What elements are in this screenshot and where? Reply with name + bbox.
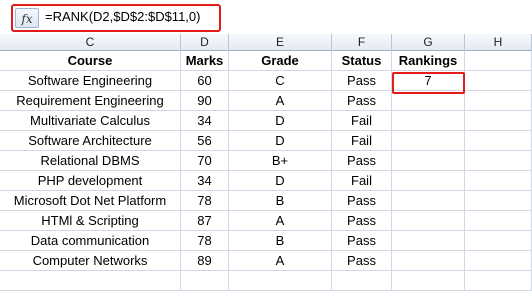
empty-cell[interactable] [465,91,532,111]
ranking-cell[interactable] [392,111,465,131]
empty-cell[interactable] [229,271,332,291]
course-cell[interactable]: HTMl & Scripting [0,211,181,231]
ranking-cell[interactable] [392,191,465,211]
table-row: HTMl & Scripting 87 A Pass [0,211,532,231]
status-cell[interactable]: Pass [332,71,392,91]
course-cell[interactable]: Multivariate Calculus [0,111,181,131]
header-grade[interactable]: Grade [229,51,332,71]
formula-input[interactable]: =RANK(D2,$D$2:$D$11,0) [45,9,200,24]
empty-cell[interactable] [392,271,465,291]
table-row: Computer Networks 89 A Pass [0,251,532,271]
marks-cell[interactable]: 34 [181,111,229,131]
table-row: Requirement Engineering 90 A Pass [0,91,532,111]
status-cell[interactable]: Pass [332,191,392,211]
status-cell[interactable]: Fail [332,131,392,151]
marks-cell[interactable]: 56 [181,131,229,151]
column-header-c[interactable]: C [0,34,181,51]
grade-cell[interactable]: A [229,91,332,111]
empty-cell[interactable] [465,151,532,171]
marks-cell[interactable]: 60 [181,71,229,91]
course-cell[interactable]: Relational DBMS [0,151,181,171]
status-cell[interactable]: Fail [332,111,392,131]
ranking-cell[interactable] [392,231,465,251]
course-cell[interactable]: Data communication [0,231,181,251]
marks-cell[interactable]: 34 [181,171,229,191]
table-row: Microsoft Dot Net Platform 78 B Pass [0,191,532,211]
marks-cell[interactable]: 70 [181,151,229,171]
status-cell[interactable]: Pass [332,151,392,171]
grade-cell[interactable]: A [229,251,332,271]
fx-icon[interactable]: fx [15,8,39,28]
course-cell[interactable]: Software Engineering [0,71,181,91]
status-cell[interactable]: Pass [332,91,392,111]
grade-cell[interactable]: D [229,171,332,191]
course-cell[interactable]: PHP development [0,171,181,191]
ranking-cell[interactable] [392,251,465,271]
course-cell[interactable]: Computer Networks [0,251,181,271]
header-rankings[interactable]: Rankings [392,51,465,71]
ranking-cell[interactable] [392,151,465,171]
empty-cell[interactable] [465,191,532,211]
course-cell[interactable]: Requirement Engineering [0,91,181,111]
ranking-cell[interactable]: 7 [392,71,465,91]
header-marks[interactable]: Marks [181,51,229,71]
empty-cell[interactable] [0,271,181,291]
ranking-cell[interactable] [392,131,465,151]
empty-cell[interactable] [465,71,532,91]
grade-cell[interactable]: B [229,231,332,251]
column-header-d[interactable]: D [181,34,229,51]
grade-cell[interactable]: B [229,191,332,211]
empty-cell[interactable] [465,51,532,71]
column-header-g[interactable]: G [392,34,465,51]
empty-cell[interactable] [465,171,532,191]
course-cell[interactable]: Software Architecture [0,131,181,151]
grade-cell[interactable]: D [229,111,332,131]
marks-cell[interactable]: 90 [181,91,229,111]
marks-cell[interactable]: 87 [181,211,229,231]
spreadsheet-grid: C D E F G H Course Marks Grade Status Ra… [0,34,532,298]
table-row: PHP development 34 D Fail [0,171,532,191]
empty-cell[interactable] [181,271,229,291]
grade-cell[interactable]: D [229,131,332,151]
status-cell[interactable]: Pass [332,211,392,231]
column-header-e[interactable]: E [229,34,332,51]
formula-bar: fx =RANK(D2,$D$2:$D$11,0) [0,0,532,34]
empty-cell[interactable] [465,271,532,291]
table-row: Software Engineering 60 C Pass 7 [0,71,532,91]
marks-cell[interactable]: 78 [181,231,229,251]
header-status[interactable]: Status [332,51,392,71]
column-header-h[interactable]: H [465,34,532,51]
empty-cell[interactable] [465,231,532,251]
formula-highlight-frame: fx =RANK(D2,$D$2:$D$11,0) [11,4,221,32]
empty-cell[interactable] [465,111,532,131]
table-row: Software Architecture 56 D Fail [0,131,532,151]
course-cell[interactable]: Microsoft Dot Net Platform [0,191,181,211]
empty-cell[interactable] [465,131,532,151]
table-row: Relational DBMS 70 B+ Pass [0,151,532,171]
grade-cell[interactable]: B+ [229,151,332,171]
empty-row [0,271,532,291]
status-cell[interactable]: Fail [332,171,392,191]
header-course[interactable]: Course [0,51,181,71]
table-row: Data communication 78 B Pass [0,231,532,251]
ranking-cell[interactable] [392,211,465,231]
ranking-cell[interactable] [392,171,465,191]
grade-cell[interactable]: A [229,211,332,231]
marks-cell[interactable]: 78 [181,191,229,211]
status-cell[interactable]: Pass [332,251,392,271]
empty-cell[interactable] [465,251,532,271]
column-header-f[interactable]: F [332,34,392,51]
ranking-cell[interactable] [392,91,465,111]
status-cell[interactable]: Pass [332,231,392,251]
empty-cell[interactable] [332,271,392,291]
table-row: Multivariate Calculus 34 D Fail [0,111,532,131]
table-header-row: Course Marks Grade Status Rankings [0,51,532,71]
marks-cell[interactable]: 89 [181,251,229,271]
empty-cell[interactable] [465,211,532,231]
grade-cell[interactable]: C [229,71,332,91]
